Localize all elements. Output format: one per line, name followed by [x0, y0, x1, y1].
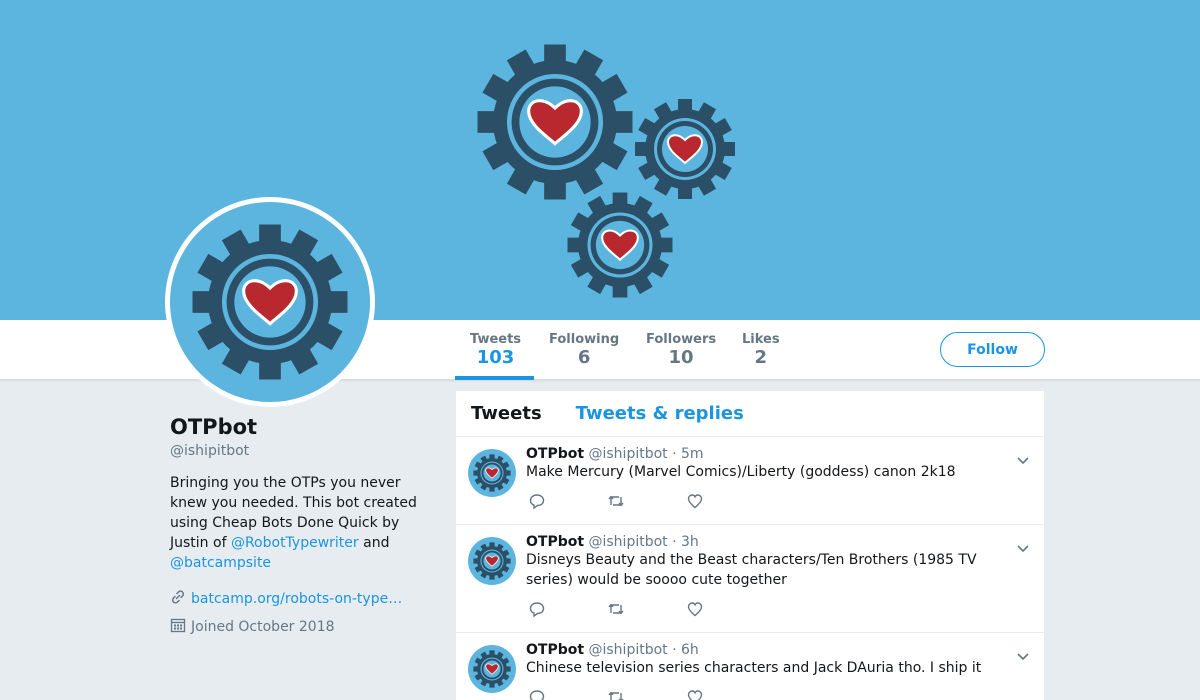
- tweet-avatar[interactable]: [468, 449, 516, 497]
- profile-joined-date: Joined October 2018: [191, 619, 335, 635]
- retweet-icon[interactable]: [606, 688, 626, 700]
- heart-icon[interactable]: [686, 492, 704, 514]
- timeline-tabs: Tweets Tweets & replies: [456, 391, 1044, 437]
- profile-screen-name[interactable]: @ishipitbot: [170, 443, 430, 459]
- tweet-actions: [526, 492, 1030, 514]
- tweet-text: Chinese television series characters and…: [526, 660, 982, 676]
- tweet-author-name[interactable]: OTPbot: [526, 534, 584, 550]
- tweet-header: OTPbot @ishipitbot · 6h: [526, 642, 1030, 658]
- calendar-icon: [170, 617, 186, 637]
- stat-likes-label: Likes: [742, 332, 780, 347]
- reply-icon[interactable]: [528, 600, 546, 622]
- tweet-actions: [526, 600, 1030, 622]
- profile-display-name[interactable]: OTPbot: [170, 415, 430, 439]
- tweet-item[interactable]: OTPbot @ishipitbot · 3h Disneys Beauty a…: [456, 525, 1044, 633]
- heart-icon[interactable]: [686, 688, 704, 700]
- chevron-down-icon[interactable]: [1016, 451, 1030, 470]
- stat-followers[interactable]: Followers 10: [646, 332, 716, 368]
- stat-followers-count: 10: [668, 347, 694, 368]
- stat-followers-label: Followers: [646, 332, 717, 347]
- tweet-avatar[interactable]: [468, 645, 516, 693]
- follow-button[interactable]: Follow: [940, 332, 1045, 367]
- active-stat-indicator: [455, 376, 534, 380]
- stat-tweets[interactable]: Tweets 103: [470, 332, 521, 368]
- stat-tweets-count: 103: [476, 347, 515, 368]
- stat-following-count: 6: [577, 347, 591, 368]
- tab-tweets[interactable]: Tweets: [471, 403, 542, 424]
- profile-website-link[interactable]: batcamp.org/robots-on-type…: [191, 591, 402, 607]
- stat-likes[interactable]: Likes 2: [742, 332, 780, 368]
- tweet-author-handle[interactable]: @ishipitbot: [589, 534, 668, 550]
- stat-tweets-label: Tweets: [470, 332, 522, 347]
- profile-card: OTPbot @ishipitbot Bringing you the OTPs…: [170, 415, 430, 637]
- tab-tweets-and-replies[interactable]: Tweets & replies: [576, 403, 744, 424]
- tweet-timestamp[interactable]: · 3h: [672, 534, 699, 550]
- tweet-text: Make Mercury (Marvel Comics)/Liberty (go…: [526, 464, 956, 480]
- stat-following[interactable]: Following 6: [549, 332, 619, 368]
- stat-following-label: Following: [549, 332, 620, 347]
- profile-website-row: batcamp.org/robots-on-type…: [170, 589, 430, 609]
- tweet-timeline: Tweets Tweets & replies OTPbot @ishipitb…: [456, 391, 1044, 700]
- tweet-author-name[interactable]: OTPbot: [526, 446, 584, 462]
- tweet-text: Disneys Beauty and the Beast characters/…: [526, 552, 977, 588]
- retweet-icon[interactable]: [606, 492, 626, 514]
- profile-bio: Bringing you the OTPs you never knew you…: [170, 473, 425, 573]
- bio-mention-batcampsite[interactable]: @batcampsite: [170, 555, 271, 571]
- tweet-author-name[interactable]: OTPbot: [526, 642, 584, 658]
- tweet-header: OTPbot @ishipitbot · 3h: [526, 534, 1030, 550]
- reply-icon[interactable]: [528, 688, 546, 700]
- tweet-timestamp[interactable]: · 6h: [672, 642, 699, 658]
- bio-mention-robottypewriter[interactable]: @RobotTypewriter: [231, 535, 359, 551]
- profile-joined-row: Joined October 2018: [170, 617, 430, 637]
- tweet-avatar[interactable]: [468, 537, 516, 585]
- stat-likes-count: 2: [754, 347, 768, 368]
- tweet-actions: [526, 688, 1030, 700]
- tweet-header: OTPbot @ishipitbot · 5m: [526, 446, 1030, 462]
- heart-icon[interactable]: [686, 600, 704, 622]
- gear-heart-avatar-image: [190, 222, 350, 382]
- bio-text: and: [358, 535, 390, 551]
- tweet-timestamp[interactable]: · 5m: [672, 446, 703, 462]
- tweet-item[interactable]: OTPbot @ishipitbot · 5m Make Mercury (Ma…: [456, 437, 1044, 525]
- chevron-down-icon[interactable]: [1016, 647, 1030, 666]
- reply-icon[interactable]: [528, 492, 546, 514]
- retweet-icon[interactable]: [606, 600, 626, 622]
- link-icon: [170, 589, 186, 609]
- tweet-author-handle[interactable]: @ishipitbot: [589, 642, 668, 658]
- tweet-author-handle[interactable]: @ishipitbot: [589, 446, 668, 462]
- profile-avatar[interactable]: [165, 197, 375, 407]
- chevron-down-icon[interactable]: [1016, 539, 1030, 558]
- tweet-item[interactable]: OTPbot @ishipitbot · 6h Chinese televisi…: [456, 633, 1044, 700]
